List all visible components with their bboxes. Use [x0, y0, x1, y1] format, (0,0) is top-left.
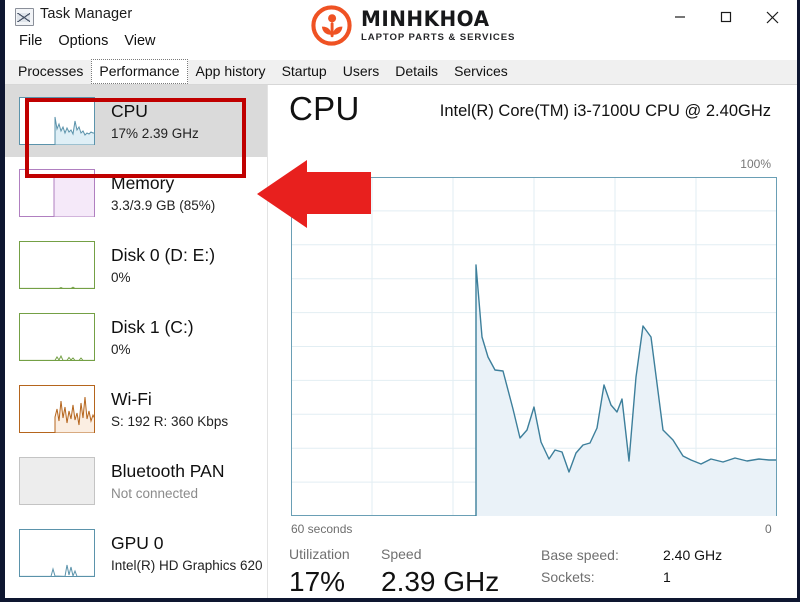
- brand-logo: MINHKHOA LAPTOP PARTS & SERVICES: [310, 4, 515, 47]
- speed-stat: Speed 2.39 GHz: [381, 545, 499, 599]
- window-title: Task Manager: [40, 6, 133, 22]
- sidebar-item-sublabel: S: 192 R: 360 Kbps: [111, 413, 229, 429]
- cpu-details-list: Base speed: 2.40 GHz Sockets: 1: [541, 547, 722, 591]
- maximize-button[interactable]: [703, 0, 749, 34]
- detail-row: Base speed: 2.40 GHz: [541, 547, 722, 563]
- sidebar-item-label: GPU 0: [111, 532, 164, 553]
- sidebar-item-bluetooth-pan[interactable]: Bluetooth PAN Not connected: [5, 445, 267, 517]
- utilization-stat: Utilization 17%: [289, 545, 350, 599]
- tab-startup[interactable]: Startup: [274, 59, 335, 84]
- sidebar-item-wifi[interactable]: Wi-Fi S: 192 R: 360 Kbps: [5, 373, 267, 445]
- cpu-detail-panel: CPU Intel(R) Core(TM) i3-7100U CPU @ 2.4…: [267, 85, 797, 598]
- minimize-button[interactable]: [657, 0, 703, 34]
- menu-item-view[interactable]: View: [116, 29, 163, 53]
- sidebar-item-gpu-0[interactable]: GPU 0 Intel(R) HD Graphics 620: [5, 517, 267, 589]
- sidebar-item-label: Disk 1 (C:): [111, 316, 194, 337]
- minhkhoa-logo-icon: [310, 4, 353, 47]
- sidebar-item-sublabel: 0%: [111, 341, 131, 357]
- cpu-chart-svg: [291, 177, 777, 516]
- tab-bar: Processes Performance App history Startu…: [5, 59, 797, 85]
- sidebar-item-label: Disk 0 (D: E:): [111, 244, 216, 265]
- sockets-value: 1: [663, 569, 671, 585]
- sidebar-item-sublabel: Intel(R) HD Graphics 620: [111, 557, 263, 573]
- gpu-thumbnail-graph: [19, 529, 95, 577]
- tab-performance[interactable]: Performance: [91, 59, 188, 84]
- tab-services[interactable]: Services: [446, 59, 516, 84]
- wifi-thumbnail-graph: [19, 385, 95, 433]
- sidebar-item-sublabel: 3.3/3.9 GB (85%): [111, 197, 216, 213]
- panel-header: CPU Intel(R) Core(TM) i3-7100U CPU @ 2.4…: [267, 85, 797, 147]
- base-speed-label: Base speed:: [541, 547, 619, 563]
- bluetooth-thumbnail-graph: [19, 457, 95, 505]
- utilization-label: Utilization: [289, 546, 350, 562]
- speed-label: Speed: [381, 546, 422, 562]
- page-title: CPU: [289, 90, 360, 127]
- disk0-thumbnail-graph: [19, 241, 95, 289]
- sidebar-item-sublabel: 17% 2.39 GHz: [111, 125, 199, 141]
- task-manager-window: Task Manager MINHKHOA LAPTOP PARTS & SER…: [0, 0, 800, 602]
- y-axis-max-label: 100%: [740, 157, 771, 171]
- tab-users[interactable]: Users: [335, 59, 388, 84]
- detail-row: Sockets: 1: [541, 569, 722, 585]
- menu-item-options[interactable]: Options: [50, 29, 116, 53]
- brand-tagline: LAPTOP PARTS & SERVICES: [361, 31, 516, 43]
- base-speed-value: 2.40 GHz: [663, 547, 723, 563]
- sidebar-item-label: Memory: [111, 172, 175, 193]
- x-axis-left-label: 60 seconds: [291, 522, 353, 536]
- close-button[interactable]: [749, 0, 795, 34]
- sidebar-item-cpu[interactable]: CPU 17% 2.39 GHz: [5, 85, 267, 157]
- sidebar-item-disk-1[interactable]: Disk 1 (C:) 0%: [5, 301, 267, 373]
- tab-app-history[interactable]: App history: [188, 59, 274, 84]
- cpu-utilization-chart: [291, 177, 777, 516]
- sockets-label: Sockets:: [541, 569, 595, 585]
- cpu-model-label: Intel(R) Core(TM) i3-7100U CPU @ 2.40GHz: [439, 102, 771, 120]
- menu-bar: File Options View: [11, 29, 164, 53]
- menu-item-file[interactable]: File: [11, 29, 50, 53]
- tab-processes[interactable]: Processes: [10, 59, 91, 84]
- utilization-value: 17%: [289, 566, 346, 597]
- sidebar-item-label: Bluetooth PAN: [111, 460, 225, 481]
- cpu-thumbnail-graph: [19, 97, 95, 145]
- sidebar-item-sublabel: 0%: [111, 269, 131, 285]
- brand-name: MINHKHOA: [361, 6, 490, 31]
- window-controls: [657, 0, 795, 34]
- tab-details[interactable]: Details: [387, 59, 446, 84]
- sidebar-item-label: Wi-Fi: [111, 388, 152, 409]
- disk1-thumbnail-graph: [19, 313, 95, 361]
- sidebar-item-disk-0[interactable]: Disk 0 (D: E:) 0%: [5, 229, 267, 301]
- performance-page: CPU 17% 2.39 GHz Memory 3.3/3.9 GB (85%): [5, 85, 797, 598]
- sidebar-item-sublabel: Not connected: [111, 485, 199, 501]
- resource-sidebar: CPU 17% 2.39 GHz Memory 3.3/3.9 GB (85%): [5, 85, 268, 598]
- sidebar-item-memory[interactable]: Memory 3.3/3.9 GB (85%): [5, 157, 267, 229]
- memory-thumbnail-graph: [19, 169, 95, 217]
- task-manager-icon: [15, 8, 34, 26]
- sidebar-item-label: CPU: [111, 100, 148, 121]
- x-axis-right-label: 0: [765, 522, 772, 536]
- speed-value: 2.39 GHz: [381, 566, 500, 597]
